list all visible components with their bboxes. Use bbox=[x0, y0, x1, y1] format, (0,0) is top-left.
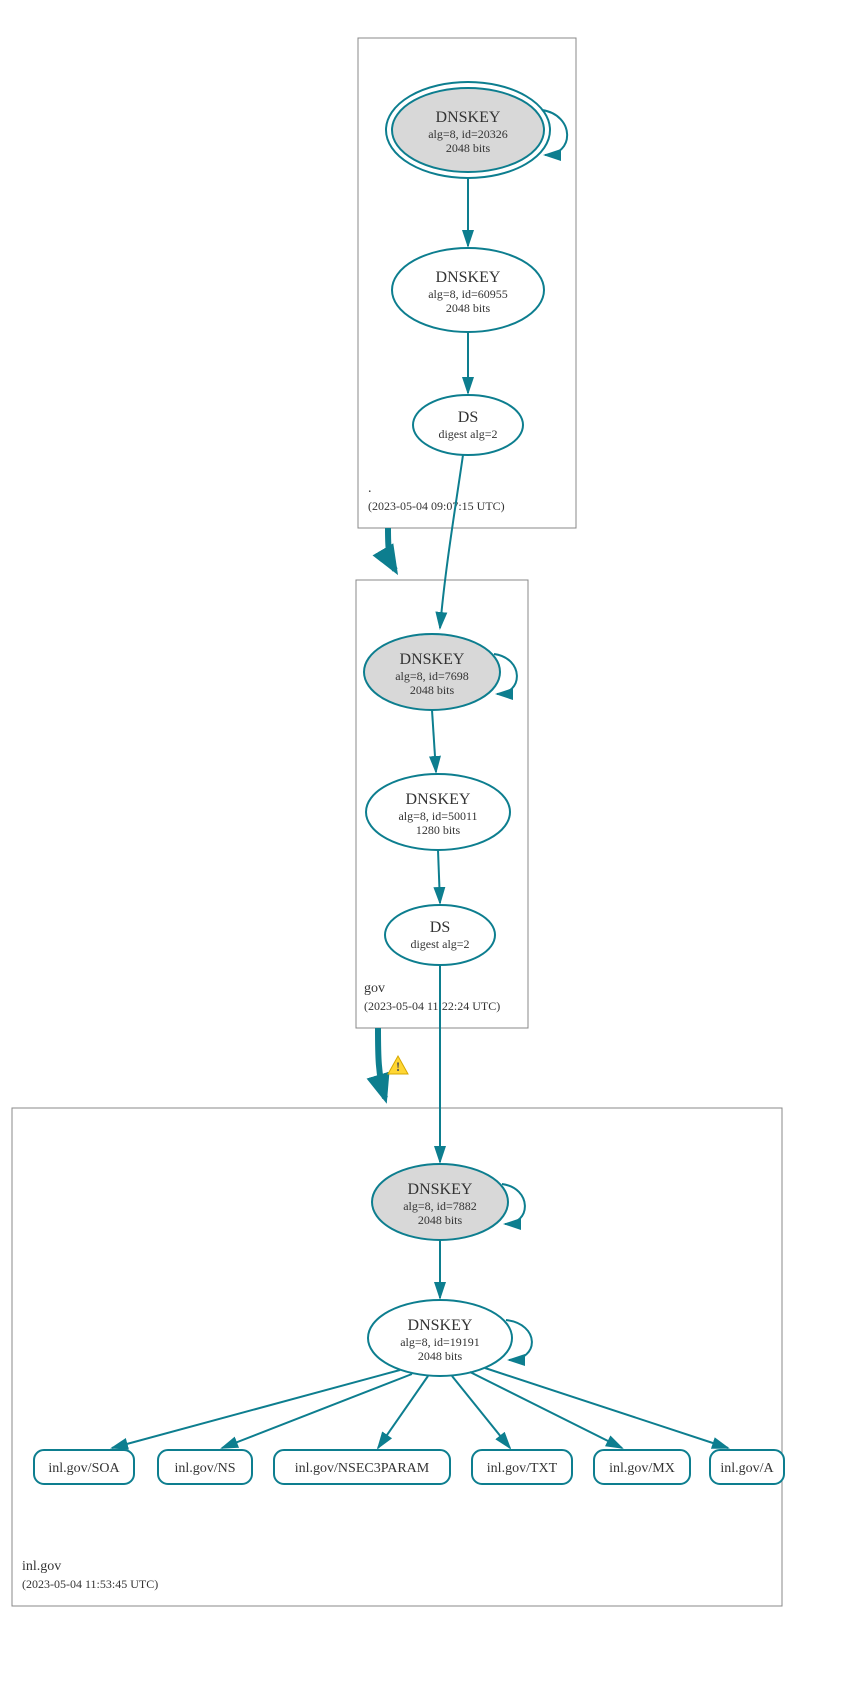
inl-ksk-alg: alg=8, id=7882 bbox=[403, 1199, 477, 1213]
root-ksk-title: DNSKEY bbox=[436, 109, 501, 126]
edge-root-ksk-self bbox=[542, 110, 567, 155]
root-zsk-alg: alg=8, id=60955 bbox=[428, 287, 508, 301]
gov-ksk-bits: 2048 bits bbox=[410, 683, 455, 697]
dnssec-graph: DNSKEY alg=8, id=20326 2048 bits DNSKEY … bbox=[0, 0, 849, 1690]
root-ds-digest: digest alg=2 bbox=[438, 427, 497, 441]
inl-ksk-title: DNSKEY bbox=[408, 1181, 473, 1198]
gov-ksk-title: DNSKEY bbox=[400, 651, 465, 668]
record-ns-text: inl.gov/NS bbox=[174, 1461, 235, 1476]
gov-zsk-alg: alg=8, id=50011 bbox=[398, 809, 477, 823]
warning-icon: ! bbox=[388, 1056, 408, 1074]
gov-ds-digest: digest alg=2 bbox=[410, 937, 469, 951]
edge-zsk-a bbox=[485, 1368, 728, 1448]
inl-zsk-alg: alg=8, id=19191 bbox=[400, 1335, 480, 1349]
svg-text:!: ! bbox=[396, 1059, 400, 1074]
record-txt-text: inl.gov/TXT bbox=[487, 1461, 558, 1476]
edge-gov-ksk-zsk bbox=[432, 710, 436, 772]
zone-date-root: (2023-05-04 09:07:15 UTC) bbox=[368, 499, 505, 513]
root-zsk-title: DNSKEY bbox=[436, 269, 501, 286]
edge-root-to-gov-delegation bbox=[388, 528, 395, 570]
record-mx-text: inl.gov/MX bbox=[609, 1461, 675, 1476]
zone-date-inlgov: (2023-05-04 11:53:45 UTC) bbox=[22, 1577, 158, 1591]
zone-label-inlgov: inl.gov bbox=[22, 1559, 61, 1574]
gov-zsk-title: DNSKEY bbox=[406, 791, 471, 808]
edge-gov-to-inlgov-delegation bbox=[378, 1028, 385, 1098]
edge-zsk-mx bbox=[470, 1372, 622, 1448]
edge-gov-zsk-ds bbox=[438, 850, 440, 903]
root-ds-title: DS bbox=[458, 409, 478, 426]
inl-ksk-bits: 2048 bits bbox=[418, 1213, 463, 1227]
edge-zsk-nsec3 bbox=[378, 1376, 428, 1448]
gov-ksk-alg: alg=8, id=7698 bbox=[395, 669, 469, 683]
record-nsec3param-text: inl.gov/NSEC3PARAM bbox=[295, 1461, 430, 1476]
record-a-text: inl.gov/A bbox=[720, 1461, 774, 1476]
root-zsk-bits: 2048 bits bbox=[446, 301, 491, 315]
record-soa-text: inl.gov/SOA bbox=[48, 1461, 120, 1476]
root-ksk-bits: 2048 bits bbox=[446, 141, 491, 155]
edge-zsk-soa bbox=[112, 1370, 400, 1448]
root-ksk-alg: alg=8, id=20326 bbox=[428, 127, 508, 141]
zone-label-root: . bbox=[368, 481, 372, 496]
zone-label-gov: gov bbox=[364, 981, 385, 996]
gov-zsk-bits: 1280 bits bbox=[416, 823, 461, 837]
gov-ds-title: DS bbox=[430, 919, 450, 936]
inl-zsk-title: DNSKEY bbox=[408, 1317, 473, 1334]
zone-date-gov: (2023-05-04 11:22:24 UTC) bbox=[364, 999, 500, 1013]
edge-root-ds-to-gov-ksk bbox=[440, 455, 463, 628]
inl-zsk-bits: 2048 bits bbox=[418, 1349, 463, 1363]
